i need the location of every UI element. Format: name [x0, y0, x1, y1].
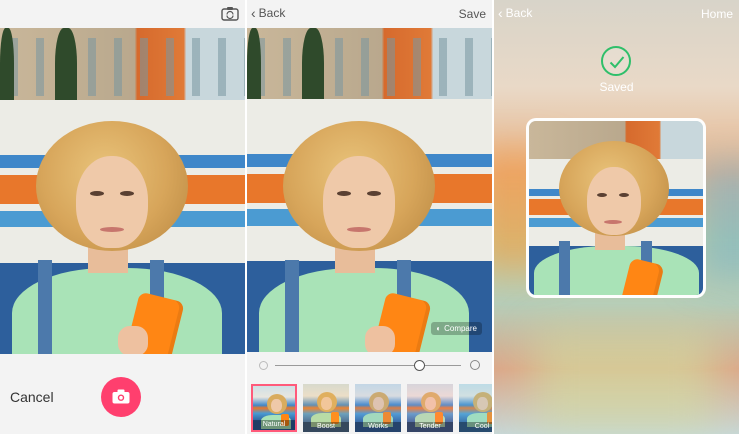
- photo-mouth: [347, 227, 371, 232]
- filter-label: Works: [355, 422, 401, 432]
- photo-strap: [559, 241, 570, 295]
- cancel-button[interactable]: Cancel: [10, 389, 54, 405]
- photo-face: [76, 156, 148, 248]
- camera-screen: Cancel: [0, 0, 245, 434]
- compare-icon: ◐: [436, 324, 442, 333]
- saved-photo: [526, 118, 706, 298]
- slider-track[interactable]: [275, 365, 461, 366]
- home-button[interactable]: Home: [701, 7, 733, 21]
- chevron-left-icon: ‹: [251, 5, 256, 21]
- photo-face: [323, 156, 395, 248]
- back-label: Back: [505, 6, 533, 20]
- photo-strap: [38, 260, 52, 354]
- shutter-button[interactable]: [101, 377, 141, 417]
- compare-button[interactable]: ◐ Compare: [431, 322, 482, 335]
- intensity-slider[interactable]: [247, 352, 492, 378]
- checkmark-icon: [601, 46, 631, 76]
- saved-screen: ‹ Back Home Saved: [494, 0, 739, 434]
- photo-eye: [367, 191, 381, 196]
- filter-label: Boost: [303, 422, 349, 432]
- filter-item[interactable]: Tender: [407, 384, 453, 432]
- photo-eye: [90, 191, 104, 196]
- background-blur: [534, 330, 714, 430]
- photo-hand: [365, 326, 395, 352]
- photo-strap: [285, 260, 299, 352]
- filter-label: Cool: [459, 422, 492, 432]
- slider-max-icon: [470, 360, 480, 370]
- photo-face: [587, 167, 641, 235]
- filter-item[interactable]: Natural: [251, 384, 297, 432]
- filter-item[interactable]: Cool: [459, 384, 492, 432]
- filter-label: Natural: [253, 420, 295, 430]
- filter-label: Tender: [407, 422, 453, 432]
- slider-min-icon: [259, 361, 268, 370]
- photo-windows: [247, 37, 492, 97]
- camera-icon: [112, 389, 130, 404]
- filter-item[interactable]: Boost: [303, 384, 349, 432]
- edit-preview: [247, 28, 492, 352]
- photo-eye: [597, 193, 607, 197]
- filter-strip: Natural Boost Works Tender Cool: [247, 380, 492, 434]
- photo-eye: [337, 191, 351, 196]
- photo-eye: [619, 193, 629, 197]
- saved-label: Saved: [599, 80, 634, 94]
- save-button[interactable]: Save: [459, 7, 486, 21]
- chevron-left-icon: ‹: [498, 5, 503, 21]
- photo-mouth: [604, 220, 622, 224]
- photo-windows: [0, 37, 245, 97]
- photo-eye: [120, 191, 134, 196]
- slider-thumb[interactable]: [414, 360, 426, 371]
- camera-switch-icon[interactable]: [221, 6, 239, 21]
- back-label: Back: [258, 6, 286, 20]
- filter-item[interactable]: Works: [355, 384, 401, 432]
- camera-preview: [0, 28, 245, 354]
- back-button[interactable]: ‹ Back: [251, 6, 285, 20]
- photo-mouth: [100, 227, 124, 232]
- edit-screen: ‹ Back Save ◐ Compare Natural Boost Work…: [247, 0, 492, 434]
- compare-label: Compare: [444, 324, 477, 333]
- back-button[interactable]: ‹ Back: [498, 6, 532, 20]
- photo-hand: [118, 326, 148, 354]
